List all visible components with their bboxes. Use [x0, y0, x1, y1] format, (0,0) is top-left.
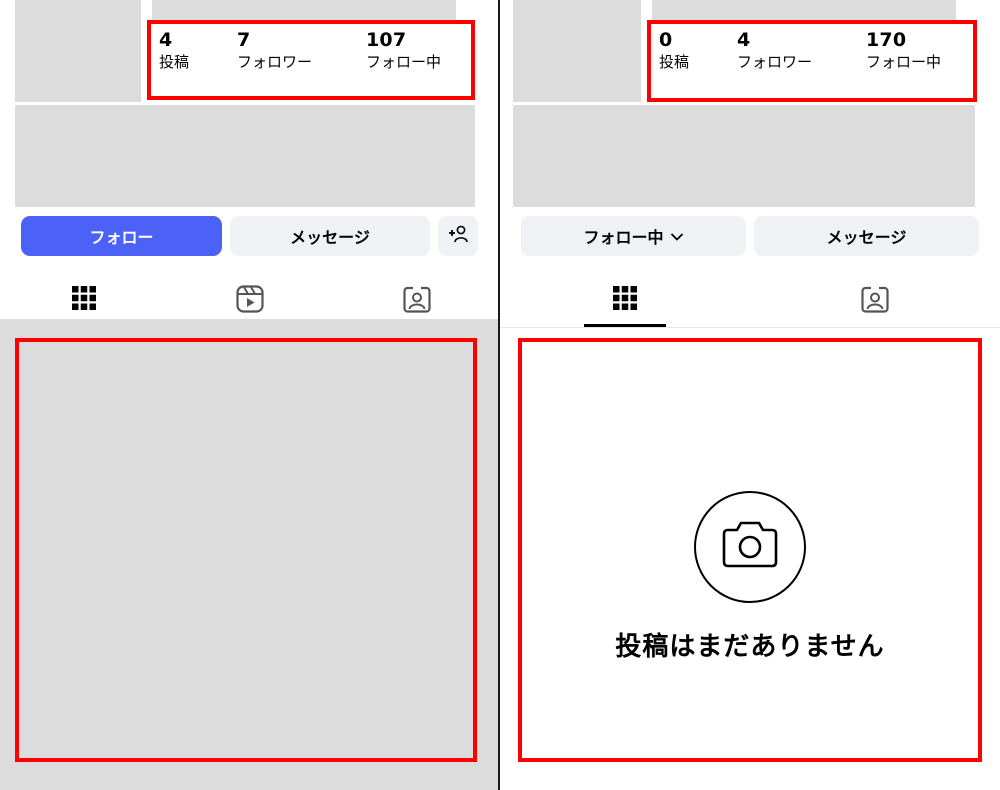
tab-grid[interactable]	[70, 286, 98, 314]
stats-highlight-box	[647, 20, 977, 102]
message-button[interactable]: メッセージ	[754, 216, 979, 256]
message-button[interactable]: メッセージ	[230, 216, 430, 256]
posts-highlight-box	[15, 338, 477, 762]
avatar-placeholder	[513, 0, 641, 102]
follow-button[interactable]: フォロー	[21, 216, 222, 256]
follow-button-label: フォロー	[89, 228, 154, 247]
bio-placeholder	[513, 105, 975, 207]
profile-panel-right: 0 投稿 4 フォロワー 170 フォロー中 フォロー中 メッセージ 投稿はまだ…	[500, 0, 1000, 790]
name-placeholder	[652, 0, 956, 20]
message-button-label: メッセージ	[826, 228, 907, 247]
add-person-icon	[447, 224, 469, 248]
avatar-placeholder	[15, 0, 141, 102]
reels-icon	[236, 285, 264, 317]
tabbar-divider	[500, 327, 1000, 328]
tagged-icon	[403, 285, 431, 317]
stats-highlight-box	[147, 20, 475, 100]
following-button[interactable]: フォロー中	[521, 216, 746, 256]
tab-grid[interactable]	[611, 286, 639, 314]
tagged-icon	[861, 285, 889, 317]
profile-panel-left: 4 投稿 7 フォロワー 107 フォロー中 フォロー メッセージ	[0, 0, 498, 790]
tab-tagged[interactable]	[859, 286, 891, 316]
grid-icon	[72, 286, 96, 314]
chevron-down-icon	[670, 227, 684, 246]
following-button-label: フォロー中	[583, 228, 664, 247]
bio-placeholder	[15, 105, 475, 207]
grid-icon	[613, 286, 637, 314]
message-button-label: メッセージ	[290, 228, 370, 247]
name-placeholder	[152, 0, 456, 20]
add-person-button[interactable]	[438, 216, 478, 256]
posts-highlight-box	[518, 338, 982, 762]
tab-reels[interactable]	[234, 285, 266, 317]
tab-tagged[interactable]	[401, 286, 433, 316]
